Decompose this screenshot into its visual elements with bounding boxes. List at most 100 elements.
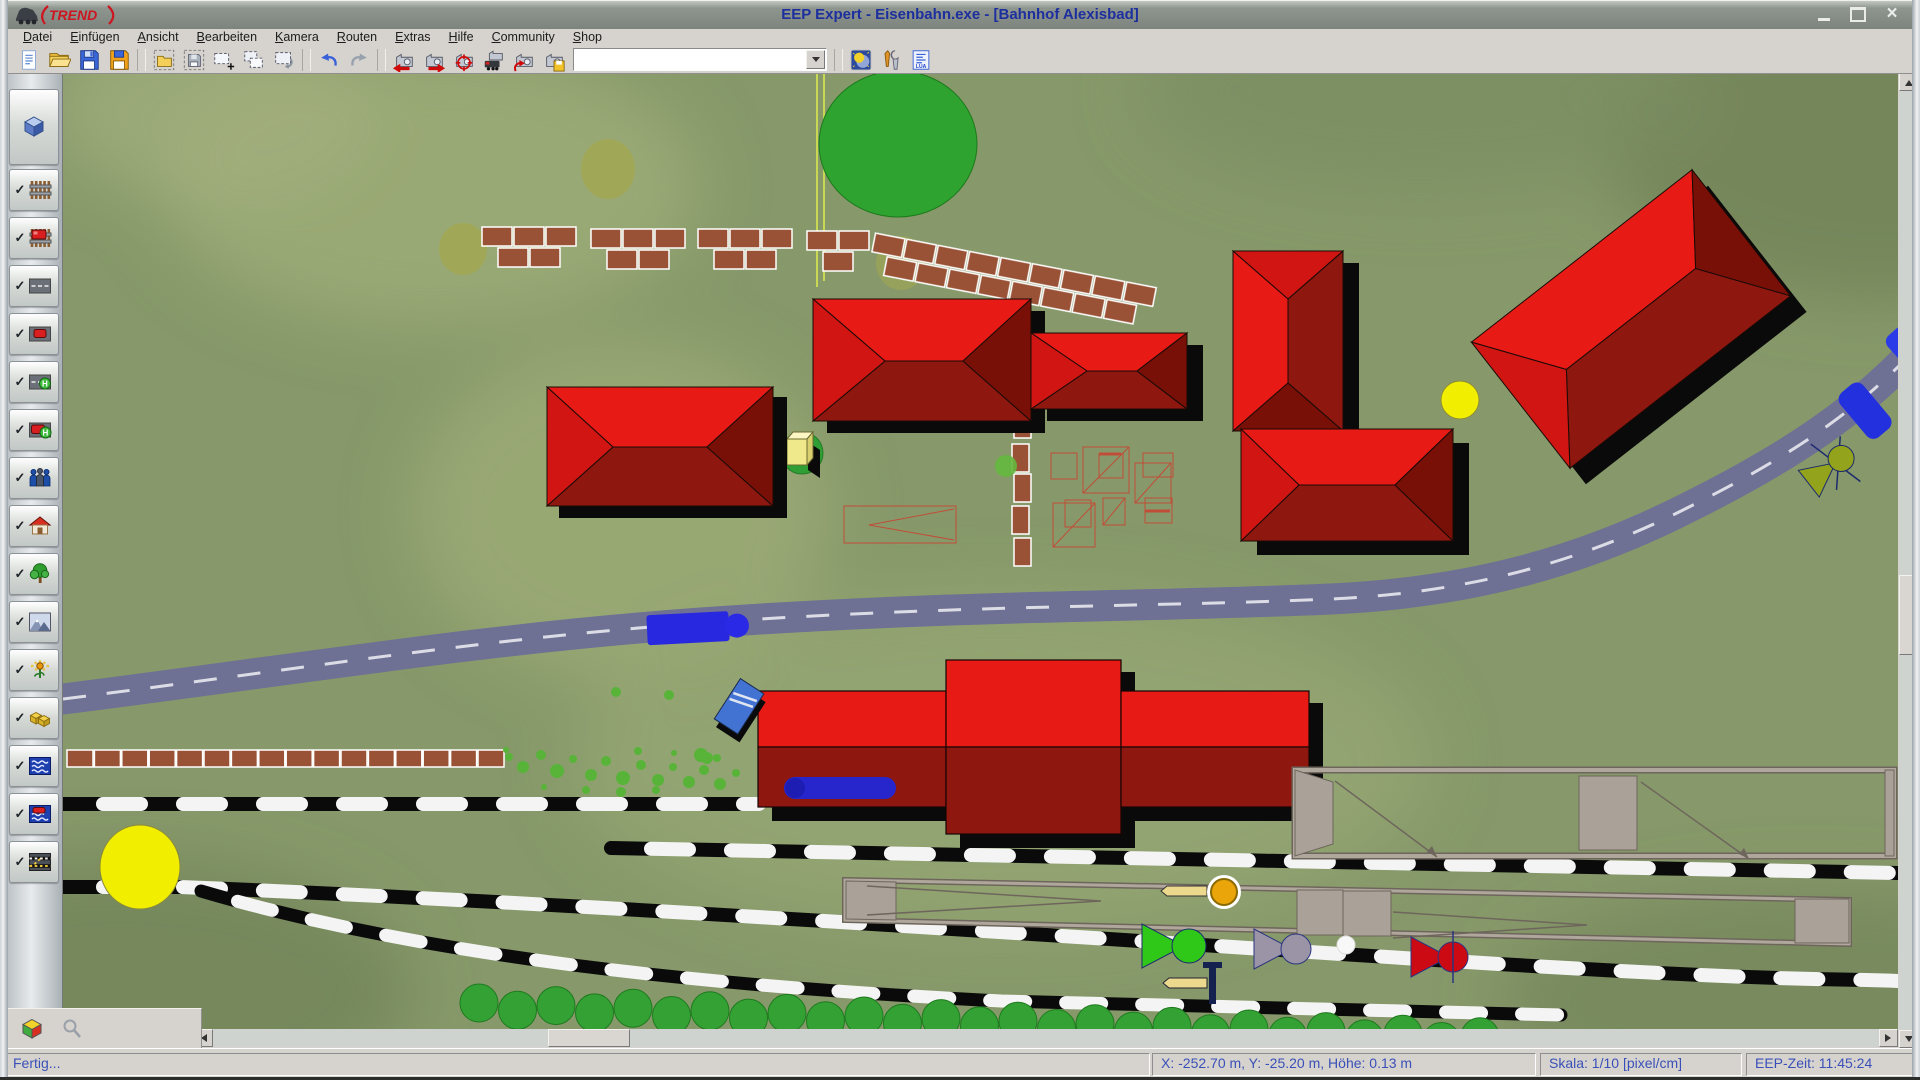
menu-bearbeiten[interactable]: Bearbeiten [188,29,266,45]
status-bar: Fertig... X: -252.70 m, Y: -25.20 m, Höh… [0,1048,1920,1079]
checkmark-icon: ✓ [15,278,26,294]
layer-road-vehicles-toggle[interactable]: ✓ [9,313,59,355]
building-3[interactable] [1031,333,1203,421]
checkmark-icon: ✓ [15,518,26,534]
scroll-right-button[interactable] [1879,1029,1898,1047]
toolbar-separator [377,49,386,71]
scroll-right-icon [1885,1034,1895,1042]
menu-kamera[interactable]: Kamera [266,29,328,45]
layer-trains-toggle[interactable]: ✓ [9,217,59,259]
new-file-icon [17,48,41,72]
camera-target-button[interactable] [450,46,478,73]
camera-next-button[interactable] [420,46,448,73]
layer-people-toggle[interactable]: ✓ [9,457,59,499]
menu-einfgen[interactable]: Einfügen [61,29,128,45]
yellow-marker-right[interactable] [1441,381,1479,419]
layout-canvas-2d[interactable] [63,74,1898,1031]
maximize-icon [1850,7,1866,22]
checkmark-icon: ✓ [15,326,26,342]
layer-sidebar: ✓ ✓ ✓ ✓ ✓H ✓H ✓ ✓ ✓ ✓ ✓ ✓ ✓ ✓ ✓ [6,73,62,1008]
svg-text:H: H [43,429,49,438]
layer-buildings-toggle[interactable]: ✓ [9,505,59,547]
horizontal-scrollbar[interactable] [194,1029,1898,1047]
layer-water-toggle[interactable]: ✓ [9,745,59,787]
redo-button[interactable] [345,46,373,73]
brick-wall-low[interactable] [67,750,504,767]
menu-shop[interactable]: Shop [564,29,611,45]
building-2[interactable] [813,299,1045,433]
layer-landscape-toggle[interactable]: ✓ [9,601,59,643]
checkmark-icon: ✓ [15,758,26,774]
svg-text:H: H [42,380,48,389]
toolbar-separator [834,49,843,71]
object-mode-button[interactable] [16,1013,48,1045]
lua-script-icon: LUA [909,48,933,72]
layer-track-plan-toggle[interactable]: ✓ [9,841,59,883]
day-night-button[interactable] [847,46,875,73]
probe-tool-button[interactable] [56,1013,88,1045]
camera-select-combobox[interactable] [573,48,827,71]
save-block-button[interactable] [180,46,208,73]
track-train-icon [27,225,53,251]
checkmark-icon: ✓ [15,182,26,198]
layer-ships-toggle[interactable]: ✓ [9,793,59,835]
layer-tram-roads-toggle[interactable]: ✓H [9,361,59,403]
layer-roads-toggle[interactable]: ✓ [9,265,59,307]
yellow-marker-left[interactable] [100,825,180,909]
save-as-button[interactable] [105,46,133,73]
track-icon [27,177,53,203]
horizontal-scroll-thumb[interactable] [548,1029,630,1047]
menu-routen[interactable]: Routen [328,29,386,45]
minimize-icon [1818,7,1830,21]
undo-button[interactable] [315,46,343,73]
minimize-button[interactable] [1814,5,1834,23]
building-1[interactable] [547,387,787,518]
status-time: EEP-Zeit: 11:45:24 [1746,1053,1914,1076]
camera-train-icon [482,48,506,72]
view-3d-button[interactable] [9,89,59,165]
menu-community[interactable]: Community [483,29,564,45]
new-file-button[interactable] [15,46,43,73]
day-night-icon [849,48,873,72]
lua-script-button[interactable]: LUA [907,46,935,73]
camera-train-button[interactable] [480,46,508,73]
menu-datei[interactable]: Datei [14,29,61,45]
svg-text:TREND: TREND [49,7,97,23]
window-frame-left [0,0,8,1080]
road-car-icon [27,321,53,347]
layer-flora-toggle[interactable]: ✓ [9,649,59,691]
camera-save-button[interactable] [540,46,568,73]
water-ship-icon [27,801,53,827]
menu-extras[interactable]: Extras [386,29,439,45]
options-button[interactable] [877,46,905,73]
camera-left-icon [392,48,416,72]
combo-dropdown-button[interactable] [806,50,825,69]
title-bar[interactable]: TREND EEP Expert - Eisenbahn.exe - [Bahn… [0,0,1920,29]
layer-tram-vehicles-toggle[interactable]: ✓H [9,409,59,451]
landscape-icon [27,609,53,635]
camera-previous-button[interactable] [390,46,418,73]
save-as-icon [107,48,131,72]
copy-area-button[interactable] [240,46,268,73]
camera-rotate-button[interactable] [510,46,538,73]
layer-goods-toggle[interactable]: ✓ [9,697,59,739]
menu-ansicht[interactable]: Ansicht [129,29,188,45]
window-frame-right [1912,0,1920,1080]
svg-text:LUA: LUA [916,63,927,69]
car-h-icon: H [27,417,53,443]
big-tree[interactable] [819,74,977,217]
flower-icon [27,657,53,683]
insert-block-button[interactable] [150,46,178,73]
goods-icon [27,705,53,731]
layer-tracks-toggle[interactable]: ✓ [9,169,59,211]
save-button[interactable] [75,46,103,73]
layout-canvas-area[interactable] [62,73,1898,1031]
paste-area-button[interactable] [270,46,298,73]
maximize-button[interactable] [1848,5,1868,23]
select-area-button[interactable] [210,46,238,73]
close-button[interactable]: × [1882,5,1902,23]
blue-train[interactable] [784,777,896,799]
open-file-button[interactable] [45,46,73,73]
layer-vegetation-toggle[interactable]: ✓ [9,553,59,595]
menu-hilfe[interactable]: Hilfe [440,29,483,45]
